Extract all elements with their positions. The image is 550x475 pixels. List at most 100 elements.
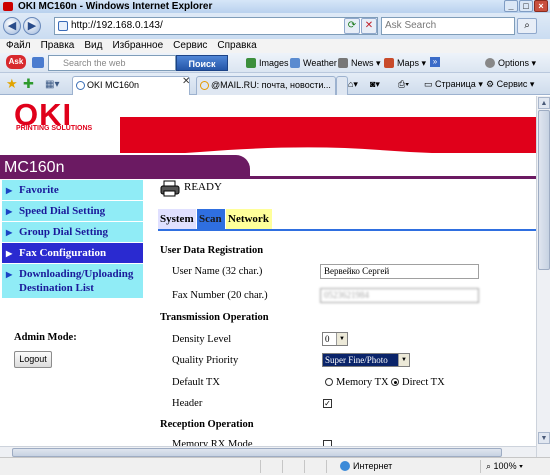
dropdown-arrow-icon: ▼ [336,333,347,345]
model-name: MC160n [4,159,65,176]
more-chevron-icon[interactable]: » [430,57,440,67]
nav-fax-configuration[interactable]: ▶ Fax Configuration [2,243,143,263]
refresh-icon[interactable]: ⟳ [344,18,360,34]
zoom-control[interactable]: ⌕ 100% ▾ [486,458,523,475]
window-title-bar: OKI MC160n - Windows Internet Explorer _… [0,0,550,13]
tab-network[interactable]: Network [226,209,272,229]
header-label: Header [172,398,203,409]
nav-download-upload[interactable]: ▶ Downloading/Uploading Destination List [2,264,143,298]
tab-oki[interactable]: OKI MC160n [72,76,190,95]
oki-tagline: PRINTING SOLUTIONS [16,125,93,132]
close-tab-icon[interactable]: ✕ [182,76,190,87]
menu-edit[interactable]: Правка [41,39,75,53]
globe-icon [340,461,350,471]
news-button[interactable]: News ▾ [338,56,381,70]
search-button[interactable]: Поиск [176,55,228,71]
mailru-icon [200,81,209,90]
user-name-label: User Name (32 char.) [172,266,263,277]
tab-row: ★ ✚ ▦▾ OKI MC160n ✕ @MAIL.RU: почта, нов… [0,73,550,95]
header-divider [0,176,536,179]
printer-status: READY [184,181,222,193]
memory-tx-label: Memory TX [336,377,389,388]
print-icon[interactable]: ⎙▾ [398,77,409,91]
menu-view[interactable]: Вид [84,39,102,53]
arrow-right-icon: ▶ [6,270,13,279]
new-tab-button[interactable] [336,76,348,95]
address-url: http://192.168.0.143/ [71,20,163,31]
printer-icon [160,180,180,197]
ask-logo-icon[interactable]: Ask [6,55,26,69]
tab-mail[interactable]: @MAIL.RU: почта, новости... [196,76,336,95]
maps-button[interactable]: Maps ▾ [384,56,426,70]
density-select[interactable]: 0 ▼ [322,332,348,346]
user-data-heading: User Data Registration [160,245,264,256]
maps-icon [384,58,394,68]
menu-bar: Файл Правка Вид Избранное Сервис Справка [0,39,550,53]
scroll-down-icon[interactable]: ▼ [538,432,550,444]
tab-system[interactable]: System [158,209,196,229]
status-bar: Интернет ⌕ 100% ▾ [0,457,550,475]
arrow-right-icon: ▶ [6,186,13,195]
stop-icon[interactable]: ✕ [361,18,377,34]
nav-speed-dial[interactable]: ▶ Speed Dial Setting [2,201,143,221]
back-icon[interactable]: ◀ [3,17,21,35]
add-favorites-icon[interactable]: ✚ [23,77,34,90]
images-icon [246,58,256,68]
news-icon [338,58,348,68]
memory-tx-radio[interactable] [325,378,333,386]
arrow-right-icon: ▶ [6,207,13,216]
direct-tx-radio[interactable] [391,378,399,386]
nav-favorite[interactable]: ▶ Favorite [2,180,143,200]
menu-help[interactable]: Справка [217,39,256,53]
weather-button[interactable]: Weather [290,56,337,70]
nav-group-dial[interactable]: ▶ Group Dial Setting [2,222,143,242]
density-value: 0 [325,334,330,344]
tab-scan[interactable]: Scan [197,209,225,229]
ask-toolbar: Ask Search the web Поиск Images Weather … [0,53,550,73]
horizontal-scrollbar[interactable] [0,446,536,457]
gear-icon [485,58,495,68]
quality-select[interactable]: Super Fine/Photo ▼ [322,353,410,367]
vertical-scrollbar[interactable]: ▲ ▼ [536,96,550,457]
menu-favorites[interactable]: Избранное [112,39,163,53]
fax-number-label: Fax Number (20 char.) [172,290,268,301]
quick-tabs-icon[interactable]: ▦▾ [45,79,59,90]
options-button[interactable]: Options ▾ [485,56,536,70]
minimize-button[interactable]: _ [504,0,518,12]
menu-tools[interactable]: Сервис [173,39,207,53]
arrow-right-icon: ▶ [6,228,13,237]
home-icon[interactable]: ⌂▾ [348,77,358,91]
direct-tx-label: Direct TX [402,377,445,388]
search-icon[interactable]: ⌕ [517,18,537,34]
feeds-icon[interactable]: ◙▾ [370,77,380,91]
logout-button[interactable]: Logout [14,351,52,368]
images-button[interactable]: Images [246,56,289,70]
fax-number-input[interactable]: 0523621984 [320,288,479,303]
service-menu[interactable]: ⚙ Сервис ▾ [486,77,534,91]
reception-heading: Reception Operation [160,419,254,430]
address-row: ◀ ▶ http://192.168.0.143/ ▾ ⟳ ✕ Ask Sear… [0,13,550,39]
window-title: OKI MC160n - Windows Internet Explorer [18,1,213,12]
user-name-input[interactable]: Вервейко Сергей [320,264,479,279]
page-icon [58,21,68,31]
scroll-up-icon[interactable]: ▲ [538,97,550,109]
maximize-button[interactable]: □ [519,0,533,12]
close-window-button[interactable]: × [534,0,548,12]
page-viewport: OKI PRINTING SOLUTIONS MC160n READY ▶ Fav… [0,96,536,457]
arrow-right-icon: ▶ [6,249,13,258]
header-checkbox[interactable]: ✓ [323,399,332,408]
weather-icon [290,58,300,68]
vertical-scroll-thumb[interactable] [538,110,550,270]
ask-search-input[interactable]: Ask Search [381,17,515,35]
menu-file[interactable]: Файл [6,39,31,53]
search-engine-icon[interactable] [32,57,44,68]
forward-icon[interactable]: ▶ [23,17,41,35]
transmission-heading: Transmission Operation [160,312,269,323]
web-search-input[interactable]: Search the web [48,55,176,71]
address-bar[interactable]: http://192.168.0.143/ [54,17,378,35]
horizontal-scroll-thumb[interactable] [12,448,502,457]
default-tx-label: Default TX [172,377,220,388]
quality-label: Quality Priority [172,355,239,366]
page-menu[interactable]: ▭ Страница ▾ [424,77,483,91]
favorites-star-icon[interactable]: ★ [6,77,18,90]
